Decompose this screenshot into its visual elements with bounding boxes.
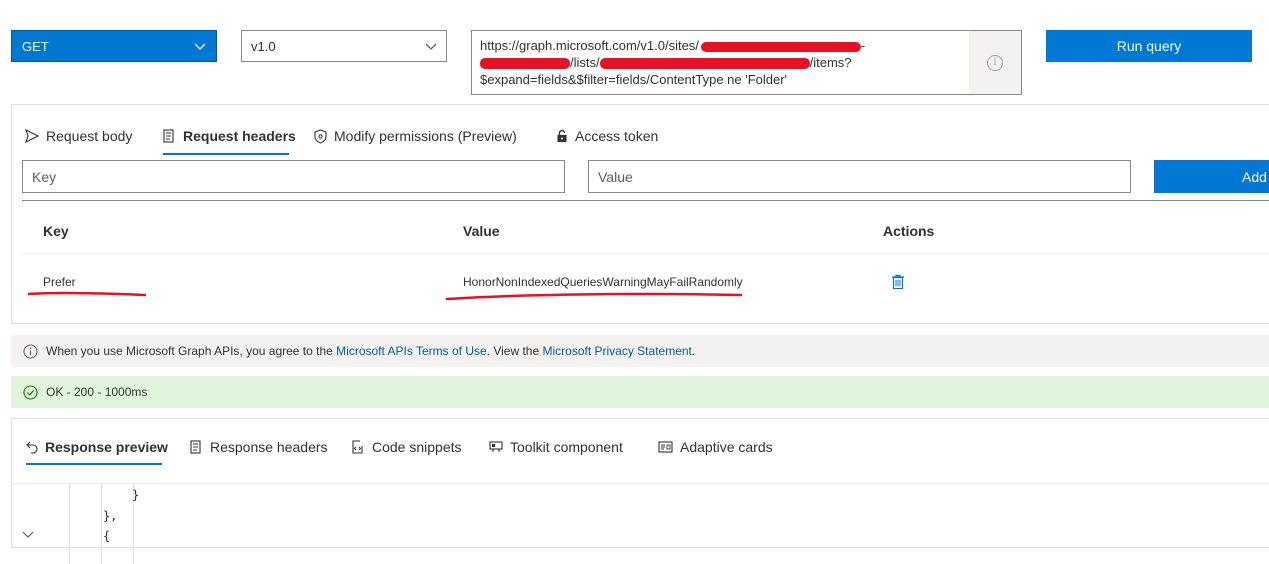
- tab-modify-permissions[interactable]: Modify permissions (Preview): [314, 126, 517, 146]
- tab-label: Response headers: [210, 439, 328, 455]
- http-method-dropdown[interactable]: GET: [11, 30, 217, 62]
- tab-label: Response preview: [45, 439, 168, 455]
- tab-access-token[interactable]: Access token: [556, 126, 658, 146]
- tab-label: Request headers: [183, 128, 296, 144]
- response-panel: Response preview Response headers Code s…: [11, 418, 1269, 564]
- version-dropdown[interactable]: v1.0: [241, 30, 447, 62]
- tab-toolkit-component[interactable]: Toolkit component: [489, 439, 623, 455]
- url-info-area: i: [969, 31, 1021, 94]
- tab-request-body[interactable]: Request body: [25, 126, 132, 146]
- header-value-input[interactable]: Value: [588, 160, 1131, 193]
- column-header-key: Key: [43, 223, 69, 239]
- header-row-value: HonorNonIndexedQueriesWarningMayFailRand…: [463, 275, 743, 289]
- chevron-down-icon: [425, 43, 437, 50]
- code-line: }: [132, 488, 140, 502]
- tab-label: Modify permissions (Preview): [334, 128, 517, 144]
- column-header-actions: Actions: [883, 223, 935, 239]
- terms-text-before: When you use Microsoft Graph APIs, you a…: [46, 344, 333, 358]
- info-icon: [23, 344, 38, 358]
- add-header-button[interactable]: Add: [1154, 160, 1269, 193]
- redaction-3: [599, 58, 810, 70]
- header-key-input[interactable]: Key: [22, 160, 565, 193]
- toolkit-icon: [489, 441, 503, 452]
- tab-label: Request body: [46, 128, 133, 144]
- redaction-1: [700, 41, 861, 52]
- http-method-value: GET: [22, 38, 49, 54]
- terms-info-bar: When you use Microsoft Graph APIs, you a…: [11, 335, 1269, 367]
- headers-doc-icon: [190, 440, 201, 454]
- annotation-underline-key: [27, 291, 147, 297]
- terms-of-use-link[interactable]: Microsoft APIs Terms of Use: [336, 344, 487, 358]
- annotation-underline-value: [445, 292, 743, 301]
- active-tab-indicator: [26, 463, 162, 465]
- chevron-down-icon: [194, 43, 206, 50]
- delete-header-button[interactable]: [891, 274, 905, 290]
- column-header-value: Value: [463, 223, 500, 239]
- run-query-button[interactable]: Run query: [1046, 30, 1252, 62]
- redaction-2: [480, 58, 570, 70]
- query-url-input[interactable]: https://graph.microsoft.com/v1.0/sites/ -…: [471, 30, 1022, 95]
- header-row-key: Prefer: [43, 275, 76, 289]
- terms-text-after: .: [691, 344, 696, 358]
- status-text: OK - 200 - 1000ms: [46, 385, 148, 399]
- version-value: v1.0: [251, 38, 276, 54]
- tab-label: Code snippets: [372, 439, 462, 455]
- form-divider: [22, 200, 1269, 201]
- url-line1-tail: -: [860, 38, 866, 53]
- query-url-text: https://graph.microsoft.com/v1.0/sites/ -…: [480, 37, 960, 88]
- response-code-editor[interactable]: } }, {: [12, 483, 1269, 564]
- status-bar: OK - 200 - 1000ms: [11, 376, 1269, 408]
- url-line2-a: /lists/: [570, 55, 600, 70]
- privacy-statement-link[interactable]: Microsoft Privacy Statement: [543, 344, 692, 358]
- table-divider: [22, 253, 1269, 254]
- code-line: },: [103, 509, 118, 523]
- headers-doc-icon: [163, 129, 174, 143]
- url-line1: https://graph.microsoft.com/v1.0/sites/: [480, 38, 699, 53]
- delete-icon: [892, 274, 904, 290]
- tab-code-snippets[interactable]: Code snippets: [351, 439, 462, 455]
- fold-chevron-icon[interactable]: [22, 528, 34, 540]
- terms-text-mid: . View the: [486, 344, 540, 358]
- tab-response-preview[interactable]: Response preview: [26, 439, 168, 455]
- tab-label: Toolkit component: [510, 439, 623, 455]
- shield-icon: [314, 128, 327, 144]
- url-line3: $expand=fields&$filter=fields/ContentTyp…: [480, 72, 788, 87]
- lock-icon: [557, 129, 567, 142]
- info-icon[interactable]: i: [987, 54, 1003, 71]
- tab-request-headers[interactable]: Request headers: [163, 126, 296, 146]
- code-line: {: [103, 529, 111, 543]
- active-tab-indicator: [163, 153, 289, 155]
- code-icon: [352, 440, 363, 454]
- tab-label: Adaptive cards: [680, 439, 773, 455]
- undo-arrow-icon: [26, 441, 38, 454]
- send-icon: [25, 129, 39, 143]
- request-panel: Request body Request headers Modify perm…: [11, 104, 1269, 324]
- card-icon: [658, 441, 673, 453]
- indent-guide: [69, 484, 70, 564]
- terms-text: When you use Microsoft Graph APIs, you a…: [46, 344, 695, 358]
- tab-response-headers[interactable]: Response headers: [190, 439, 328, 455]
- tab-label: Access token: [575, 128, 659, 144]
- url-line2-b: /items?: [809, 55, 852, 70]
- success-check-icon: [23, 384, 38, 400]
- indent-guide: [101, 484, 102, 564]
- tab-adaptive-cards[interactable]: Adaptive cards: [658, 439, 773, 455]
